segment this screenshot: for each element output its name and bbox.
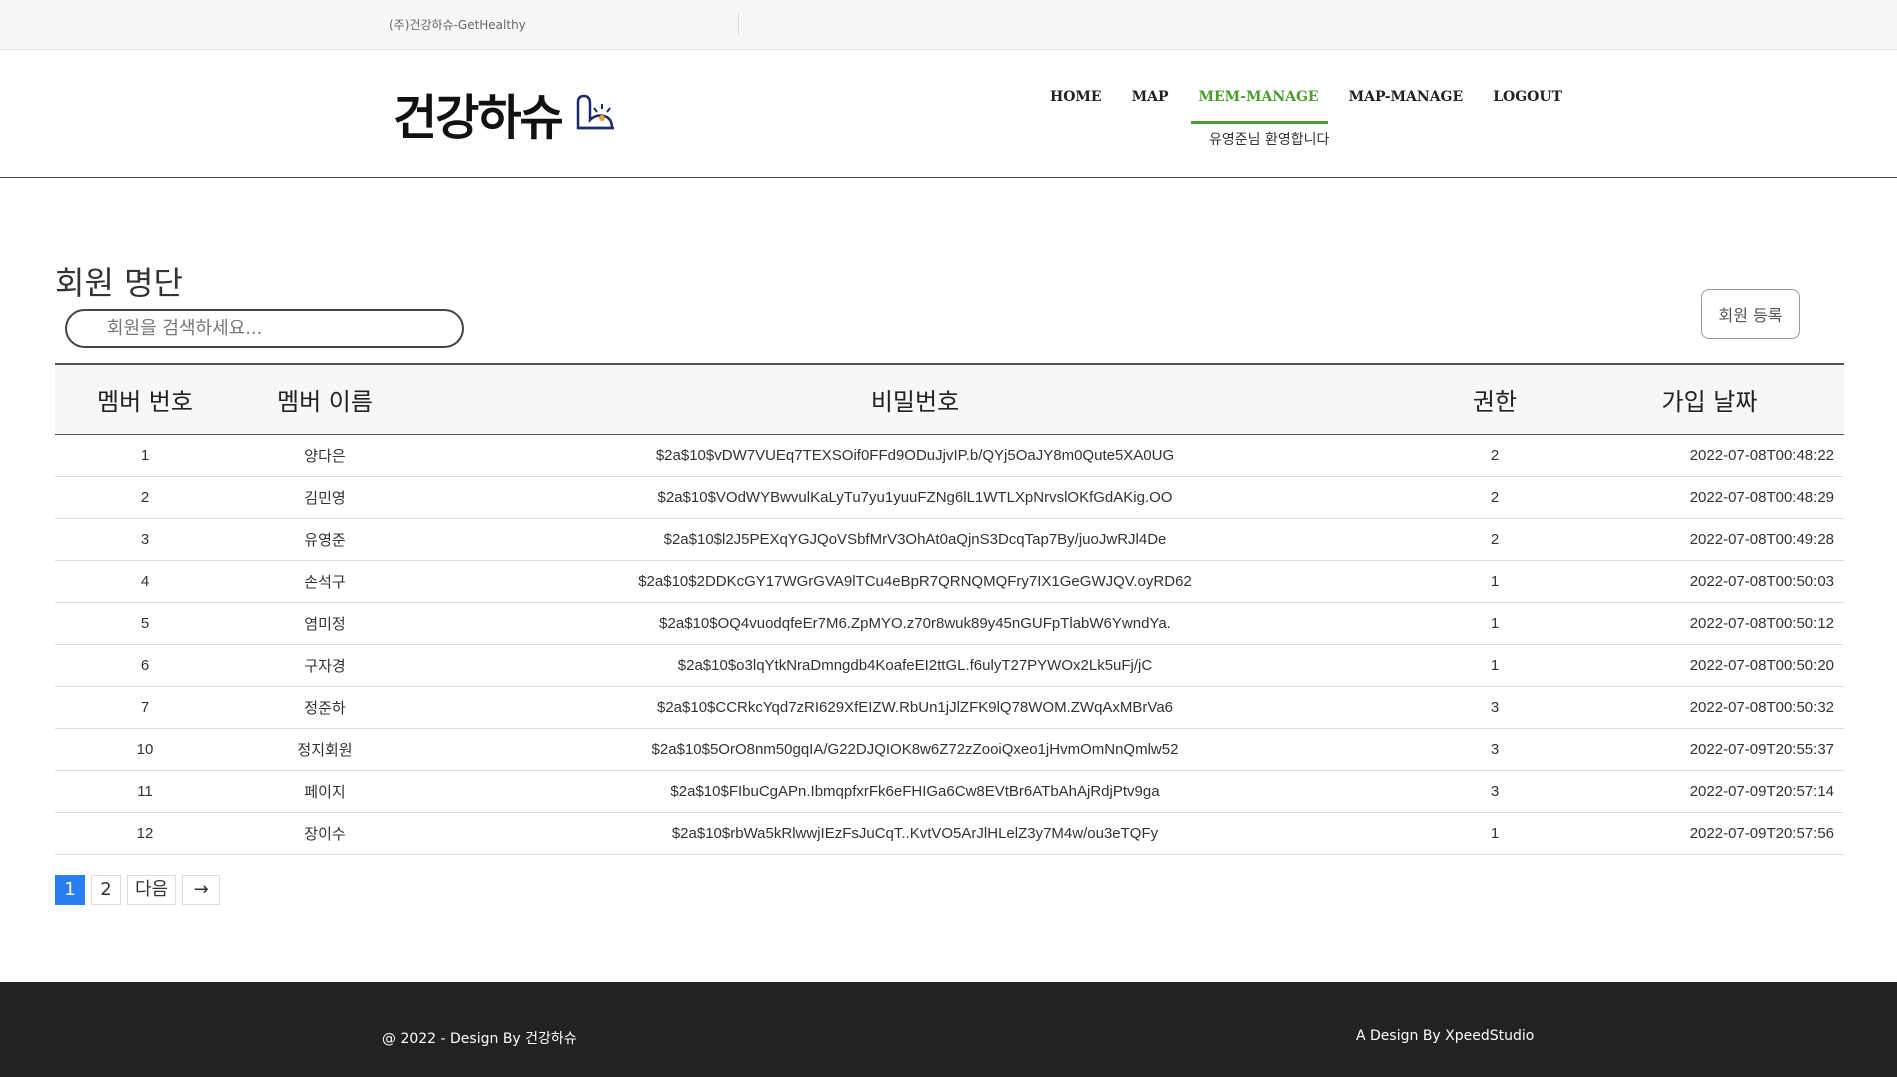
next-page-link[interactable]: 다음 xyxy=(127,875,177,905)
table-row[interactable]: 3 유영준 $2a$10$l2J5PEXqYGJQoVSbfMrV3OhAt0aQj… xyxy=(55,518,1844,561)
join-date-cell: 2022-07-09T20:57:14 xyxy=(1575,770,1844,813)
role-cell: 1 xyxy=(1415,560,1575,603)
member-id-cell: 6 xyxy=(55,644,235,687)
table-row[interactable]: 1 양다은 $2a$10$vDW7VUEq7TEXSOif0FFd9ODuJjvIP… xyxy=(55,434,1844,477)
password-hash-cell: $2a$10$5OrO8nm50gqIA/G22DJQIOK8w6Z72zZoo… xyxy=(415,728,1415,771)
join-date-cell: 2022-07-08T00:50:20 xyxy=(1575,644,1844,687)
member-id-cell: 7 xyxy=(55,686,235,729)
member-id-cell: 2 xyxy=(55,476,235,519)
sun-icon xyxy=(576,94,614,130)
password-hash-cell: $2a$10$2DDKcGY17WGrGVA9lTCu4eBpR7QRNQMQF… xyxy=(415,560,1415,603)
table-row[interactable]: 5 염미정 $2a$10$OQ4vuodqfeEr7M6.ZpMYO.z70r8wu… xyxy=(55,602,1844,645)
member-search-input[interactable] xyxy=(65,309,464,348)
nav-map[interactable]: MAP xyxy=(1117,84,1184,124)
column-header[interactable]: 멤버 번호 xyxy=(55,364,235,435)
member-name-cell: 정준하 xyxy=(235,686,415,729)
nav-mem-manage[interactable]: MEM-MANAGE xyxy=(1183,84,1333,124)
role-cell: 1 xyxy=(1415,602,1575,645)
role-cell: 2 xyxy=(1415,518,1575,561)
role-cell: 3 xyxy=(1415,770,1575,813)
member-id-cell: 4 xyxy=(55,560,235,603)
page-2-link[interactable]: 2 xyxy=(91,875,121,905)
column-header[interactable]: 가입 날짜 xyxy=(1575,364,1844,435)
join-date-cell: 2022-07-09T20:57:56 xyxy=(1575,812,1844,855)
member-name-cell: 손석구 xyxy=(235,560,415,603)
role-cell: 3 xyxy=(1415,686,1575,729)
member-name-cell: 장이수 xyxy=(235,812,415,855)
role-cell: 2 xyxy=(1415,434,1575,477)
join-date-cell: 2022-07-08T00:50:03 xyxy=(1575,560,1844,603)
join-date-cell: 2022-07-08T00:50:12 xyxy=(1575,602,1844,645)
password-hash-cell: $2a$10$rbWa5kRlwwjIEzFsJuCqT..KvtVO5ArJl… xyxy=(415,812,1415,855)
logo[interactable]: 건강하슈 xyxy=(393,78,616,148)
column-header[interactable]: 멤버 이름 xyxy=(235,364,415,435)
role-cell: 3 xyxy=(1415,728,1575,771)
member-id-cell: 3 xyxy=(55,518,235,561)
member-table: 멤버 번호 멤버 이름 비밀번호 권한 가입 날짜 1 양다은 $2a$10$vDW… xyxy=(55,363,1844,855)
join-date-cell: 2022-07-08T00:48:29 xyxy=(1575,476,1844,519)
member-id-cell: 12 xyxy=(55,812,235,855)
page-1-link[interactable]: 1 xyxy=(55,875,85,905)
table-row[interactable]: 4 손석구 $2a$10$2DDKcGY17WGrGVA9lTCu4eBpR7QRN… xyxy=(55,560,1844,603)
join-date-cell: 2022-07-08T00:49:28 xyxy=(1575,518,1844,561)
member-name-cell: 정지회원 xyxy=(235,728,415,771)
site-footer: @ 2022 - Design By 건강하슈 A Design By Xpee… xyxy=(0,982,1897,1077)
logo-text: 건강하슈 xyxy=(393,90,564,146)
password-hash-cell: $2a$10$o3lqYtkNraDmngdb4KoafeEI2ttGL.f6u… xyxy=(415,644,1415,687)
table-row[interactable]: 2 김민영 $2a$10$VOdWYBwvulKaLyTu7yu1yuuFZNg6l… xyxy=(55,476,1844,519)
column-header[interactable]: 권한 xyxy=(1415,364,1575,435)
nav-map-manage[interactable]: MAP-MANAGE xyxy=(1334,84,1479,124)
main-nav: HOME MAP MEM-MANAGE MAP-MANAGE LOGOUT xyxy=(1035,84,1577,124)
pagination: 1 2 다음 → xyxy=(55,875,221,905)
table-row[interactable]: 6 구자경 $2a$10$o3lqYtkNraDmngdb4KoafeEI2ttGL… xyxy=(55,644,1844,687)
site-header: 건강하슈 HOME MAP MEM-MANAGE MAP-MANAGE LOGO… xyxy=(0,50,1897,178)
role-cell: 1 xyxy=(1415,812,1575,855)
nav-home[interactable]: HOME xyxy=(1035,84,1117,124)
role-cell: 1 xyxy=(1415,644,1575,687)
password-hash-cell: $2a$10$l2J5PEXqYGJQoVSbfMrV3OhAt0aQjnS3D… xyxy=(415,518,1415,561)
role-cell: 2 xyxy=(1415,476,1575,519)
password-hash-cell: $2a$10$VOdWYBwvulKaLyTu7yu1yuuFZNg6lL1WT… xyxy=(415,476,1415,519)
topbar-divider xyxy=(738,14,739,34)
member-id-cell: 11 xyxy=(55,770,235,813)
welcome-message: 유영준님 환영합니다 xyxy=(1209,132,1330,148)
member-id-cell: 10 xyxy=(55,728,235,771)
column-header[interactable]: 비밀번호 xyxy=(415,364,1415,435)
password-hash-cell: $2a$10$vDW7VUEq7TEXSOif0FFd9ODuJjvIP.b/Q… xyxy=(415,434,1415,477)
page-title: 회원 명단 xyxy=(55,264,183,302)
footer-credit: A Design By XpeedStudio xyxy=(1356,1028,1535,1044)
table-header-row: 멤버 번호 멤버 이름 비밀번호 권한 가입 날짜 xyxy=(55,364,1844,435)
password-hash-cell: $2a$10$FIbuCgAPn.IbmqpfxrFk6eFHIGa6Cw8EV… xyxy=(415,770,1415,813)
member-name-cell: 구자경 xyxy=(235,644,415,687)
top-bar: (주)건강하슈-GetHealthy xyxy=(0,0,1897,50)
table-row[interactable]: 10 정지회원 $2a$10$5OrO8nm50gqIA/G22DJQIOK8w6Z… xyxy=(55,728,1844,771)
member-id-cell: 1 xyxy=(55,434,235,477)
password-hash-cell: $2a$10$OQ4vuodqfeEr7M6.ZpMYO.z70r8wuk89y… xyxy=(415,602,1415,645)
password-hash-cell: $2a$10$CCRkcYqd7zRI629XfEIZW.RbUn1jJlZFK… xyxy=(415,686,1415,729)
nav-logout[interactable]: LOGOUT xyxy=(1478,84,1577,124)
table-row[interactable]: 7 정준하 $2a$10$CCRkcYqd7zRI629XfEIZW.RbUn1jJ… xyxy=(55,686,1844,729)
member-id-cell: 5 xyxy=(55,602,235,645)
register-member-button[interactable]: 회원 등록 xyxy=(1701,289,1800,339)
member-name-cell: 양다은 xyxy=(235,434,415,477)
join-date-cell: 2022-07-08T00:48:22 xyxy=(1575,434,1844,477)
join-date-cell: 2022-07-09T20:55:37 xyxy=(1575,728,1844,771)
table-row[interactable]: 12 장이수 $2a$10$rbWa5kRlwwjIEzFsJuCqT..KvtVO… xyxy=(55,812,1844,855)
member-name-cell: 페이지 xyxy=(235,770,415,813)
table-row[interactable]: 11 페이지 $2a$10$FIbuCgAPn.IbmqpfxrFk6eFHIGa6… xyxy=(55,770,1844,813)
member-name-cell: 유영준 xyxy=(235,518,415,561)
arrow-right-icon[interactable]: → xyxy=(182,875,221,905)
member-name-cell: 염미정 xyxy=(235,602,415,645)
footer-copyright: @ 2022 - Design By 건강하슈 xyxy=(382,1031,577,1047)
join-date-cell: 2022-07-08T00:50:32 xyxy=(1575,686,1844,729)
company-name: (주)건강하슈-GetHealthy xyxy=(389,18,526,32)
member-name-cell: 김민영 xyxy=(235,476,415,519)
